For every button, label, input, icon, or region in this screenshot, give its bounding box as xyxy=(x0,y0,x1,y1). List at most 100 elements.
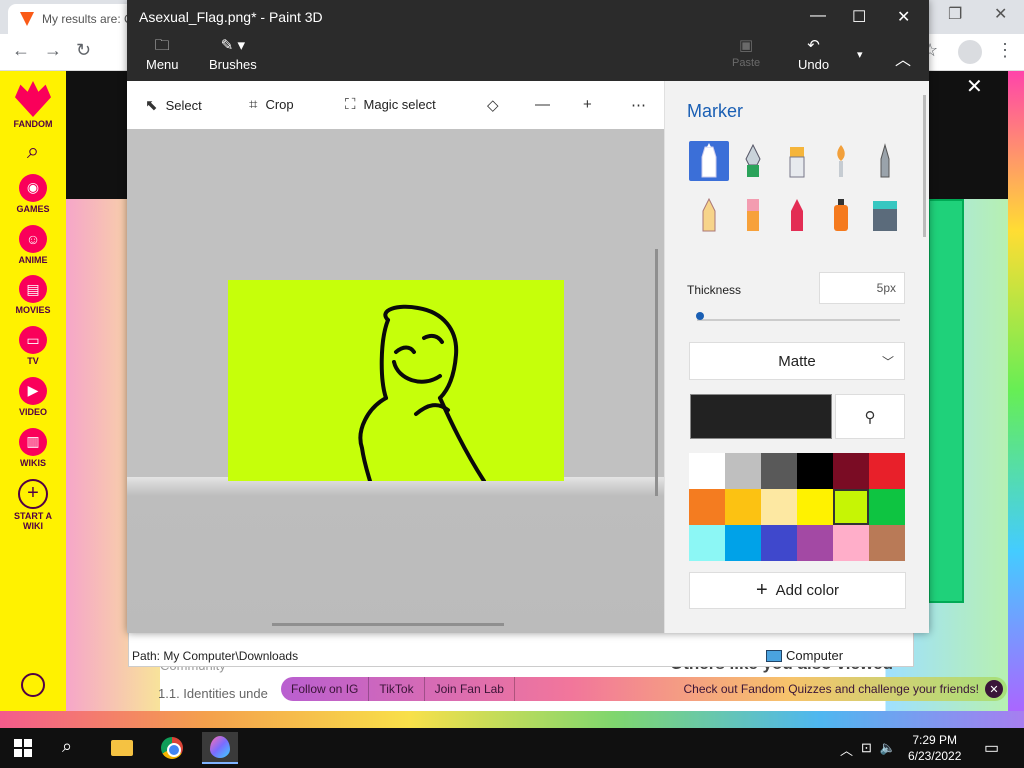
magic-select-tool[interactable]: ⛶ Magic select xyxy=(345,96,436,113)
volume-icon[interactable]: 🔈 xyxy=(880,740,896,759)
taskbar-clock[interactable]: 7:29 PM 6/23/2022 xyxy=(908,732,961,764)
follow-ig-link[interactable]: Follow on IG xyxy=(281,677,370,701)
history-dropdown-icon[interactable]: ▾ xyxy=(857,48,863,61)
windows-taskbar: ⌕ ︿ ⊡ 🔈 7:29 PM 6/23/2022 ▭ xyxy=(0,728,1024,768)
search-icon[interactable]: ⌕ xyxy=(62,736,72,757)
network-icon[interactable]: ⊡ xyxy=(861,740,872,759)
chrome-taskbar-button[interactable] xyxy=(154,732,190,764)
color-swatch[interactable] xyxy=(761,453,797,489)
finish-dropdown[interactable]: Matte ﹀ xyxy=(689,342,905,380)
file-explorer-taskbar-button[interactable] xyxy=(104,732,140,764)
color-swatch[interactable] xyxy=(869,489,905,525)
search-icon[interactable]: ⌕ xyxy=(27,138,39,164)
color-swatch[interactable] xyxy=(761,525,797,561)
color-swatch[interactable] xyxy=(797,453,833,489)
sidebar-item-games[interactable]: ◉ GAMES xyxy=(16,173,50,215)
maximize-icon[interactable]: ☐ xyxy=(852,7,866,27)
drawing-canvas[interactable] xyxy=(228,280,564,481)
color-swatch[interactable] xyxy=(833,453,869,489)
browser-close-icon[interactable]: ✕ xyxy=(994,4,1007,24)
window-title: Asexual_Flag.png* - Paint 3D xyxy=(139,9,323,25)
current-color-swatch[interactable] xyxy=(690,394,832,439)
color-swatch[interactable] xyxy=(869,453,905,489)
sidebar-item-movies[interactable]: ▤ MOVIES xyxy=(15,275,51,316)
sidebar-item-label: ANIME xyxy=(18,254,48,265)
start-wiki-button[interactable]: + START A WIKI xyxy=(8,478,58,533)
color-swatch[interactable] xyxy=(689,453,725,489)
calligraphy-pen-icon[interactable] xyxy=(733,141,773,181)
minimize-icon[interactable]: — xyxy=(810,7,826,25)
side-ad[interactable] xyxy=(928,199,964,603)
color-swatch[interactable] xyxy=(833,525,869,561)
color-swatch[interactable] xyxy=(689,489,725,525)
3d-view-icon[interactable]: ◇ xyxy=(487,96,499,114)
color-swatch[interactable] xyxy=(869,525,905,561)
fill-bucket-icon[interactable] xyxy=(865,195,905,235)
collapse-toolbar-icon[interactable]: ︿ xyxy=(895,46,911,70)
undo-button[interactable]: ↶ Undo xyxy=(798,38,830,73)
chevron-up-icon[interactable]: ︿ xyxy=(840,740,853,759)
sidebar-item-tv[interactable]: ▭ TV xyxy=(19,326,47,367)
quiz-promo-link[interactable]: Check out Fandom Quizzes and challenge y… xyxy=(684,682,980,696)
color-swatch[interactable] xyxy=(797,489,833,525)
sidebar-item-anime[interactable]: ☺ ANIME xyxy=(18,224,48,266)
sidebar-item-wikis[interactable]: ▥ WIKIS xyxy=(19,427,47,469)
fandom-sidebar: FANDOM ⌕ ◉ GAMES ☺ ANIME ▤ MOVIES ▭ TV ▶… xyxy=(0,71,66,711)
crayon-icon[interactable] xyxy=(777,195,817,235)
browser-menu-icon[interactable]: ⋮ xyxy=(996,40,1014,61)
browser-restore-icon[interactable]: ❐ xyxy=(948,4,962,24)
add-color-button[interactable]: + Add color xyxy=(689,572,906,609)
color-swatch[interactable] xyxy=(833,489,869,525)
user-account-icon[interactable] xyxy=(21,673,45,697)
undo-label: Undo xyxy=(798,57,830,72)
crop-tool[interactable]: ⌗ Crop xyxy=(249,96,294,113)
forward-arrow-icon[interactable]: → xyxy=(44,40,62,61)
close-icon[interactable]: ✕ xyxy=(897,7,910,27)
close-icon[interactable]: ✕ xyxy=(985,680,1003,698)
profile-avatar-icon[interactable] xyxy=(958,40,982,64)
brushes-button[interactable]: ✎ ▾ Brushes xyxy=(209,38,257,73)
play-icon: ▶ xyxy=(18,376,47,405)
oil-brush-icon[interactable] xyxy=(777,141,817,181)
watercolor-brush-icon[interactable] xyxy=(821,141,861,181)
color-swatch[interactable] xyxy=(689,525,725,561)
close-ad-icon[interactable]: ✕ xyxy=(966,74,983,99)
marker-brush-icon[interactable] xyxy=(689,141,729,181)
toc-item[interactable]: 1.1. Identities unde xyxy=(158,686,268,701)
panel-scrollbar[interactable] xyxy=(923,95,926,237)
paste-button[interactable]: ▣ Paste xyxy=(732,38,761,70)
reload-icon[interactable]: ↻ xyxy=(76,40,91,61)
vertical-scrollbar[interactable] xyxy=(655,249,658,496)
notification-icon[interactable]: ▭ xyxy=(984,738,999,758)
pixel-pen-icon[interactable] xyxy=(865,141,905,181)
fandom-logo-icon[interactable] xyxy=(15,81,51,117)
thickness-slider[interactable] xyxy=(697,319,900,321)
zoom-out-icon[interactable]: — xyxy=(535,96,550,113)
eyedropper-icon[interactable]: ⚲ xyxy=(835,394,905,439)
canvas-area[interactable] xyxy=(127,129,664,633)
color-swatch[interactable] xyxy=(725,489,761,525)
color-swatch[interactable] xyxy=(761,489,797,525)
paste-label: Paste xyxy=(732,57,761,69)
color-swatch[interactable] xyxy=(797,525,833,561)
zoom-in-icon[interactable]: + xyxy=(583,96,592,113)
windows-start-icon[interactable] xyxy=(14,739,32,757)
tiktok-link[interactable]: TikTok xyxy=(369,677,425,701)
spray-can-icon[interactable] xyxy=(821,195,861,235)
sidebar-item-video[interactable]: ▶ VIDEO xyxy=(18,376,47,418)
crop-icon: ⌗ xyxy=(249,96,258,113)
thickness-input[interactable]: 5px xyxy=(819,272,905,304)
paint3d-taskbar-button[interactable] xyxy=(202,732,238,764)
select-tool[interactable]: ⬉ Select xyxy=(145,96,202,114)
thickness-label: Thickness xyxy=(687,283,742,297)
menu-button[interactable]: 🗀 Menu xyxy=(146,38,179,73)
fan-lab-link[interactable]: Join Fan Lab xyxy=(425,677,515,701)
back-arrow-icon[interactable]: ← xyxy=(12,40,30,61)
thickness-slider-thumb[interactable] xyxy=(696,312,704,320)
eraser-icon[interactable] xyxy=(733,195,773,235)
horizontal-scrollbar[interactable] xyxy=(272,623,504,626)
color-swatch[interactable] xyxy=(725,525,761,561)
pencil-icon[interactable] xyxy=(689,195,729,235)
more-options-icon[interactable]: ⋯ xyxy=(631,96,646,114)
color-swatch[interactable] xyxy=(725,453,761,489)
